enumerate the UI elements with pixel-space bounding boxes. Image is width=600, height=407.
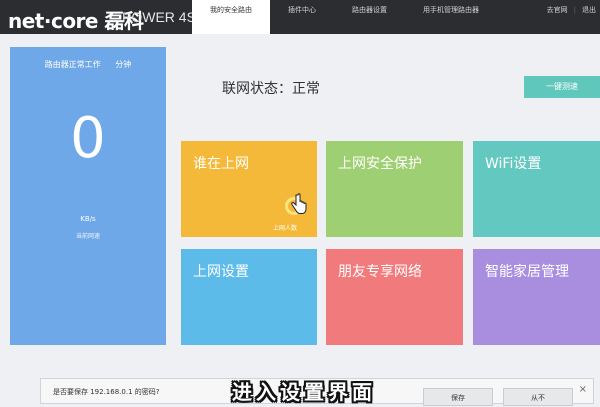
top-links: 去官网 | 退出 bbox=[541, 0, 596, 20]
uptime-unit: 分钟 bbox=[115, 60, 132, 69]
close-icon[interactable]: × bbox=[579, 384, 587, 395]
tile-who-is-online[interactable]: 谁在上网 上网人数 bbox=[181, 141, 317, 237]
current-speed-value: 0 bbox=[70, 106, 106, 171]
router-working-label: 路由器正常工作 bbox=[44, 60, 101, 69]
tile-label: 智能家居管理 bbox=[485, 264, 569, 280]
tile-internet-security[interactable]: 上网安全保护 bbox=[326, 141, 463, 237]
hand-cursor-icon bbox=[291, 193, 307, 214]
tile-label: 谁在上网 bbox=[193, 156, 249, 172]
tile-wifi-settings[interactable]: WiFi设置 bbox=[473, 141, 600, 237]
save-password-button[interactable]: 保存 bbox=[423, 388, 493, 406]
speed-test-button[interactable]: 一键测速 bbox=[524, 76, 600, 98]
uptime-line: 路由器正常工作 分钟 bbox=[10, 59, 166, 70]
network-status: 联网状态：正常 bbox=[222, 81, 320, 97]
nav-tab-my-router[interactable]: 我的安全路由 bbox=[192, 0, 270, 34]
logout-link[interactable]: 退出 bbox=[582, 0, 596, 20]
product-name: POWER 4S bbox=[122, 9, 196, 25]
main-nav: 我的安全路由 插件中心 路由器设置 用手机管理路由器 bbox=[192, 0, 497, 34]
nav-tab-plugins[interactable]: 插件中心 bbox=[270, 0, 334, 34]
tile-label: WiFi设置 bbox=[485, 156, 542, 172]
tile-friends-network[interactable]: 朋友专享网络 bbox=[326, 249, 463, 345]
never-save-button[interactable]: 从不 bbox=[503, 388, 573, 406]
tile-smart-home[interactable]: 智能家居管理 bbox=[473, 249, 600, 345]
tile-label: 上网设置 bbox=[193, 264, 249, 280]
save-password-question: 是否要保存 192.168.0.1 的密码? bbox=[53, 388, 160, 396]
official-site-link[interactable]: 去官网 bbox=[547, 0, 568, 20]
link-separator: | bbox=[573, 6, 576, 14]
speed-unit: KB/s bbox=[80, 215, 96, 223]
nav-tab-router-settings[interactable]: 路由器设置 bbox=[334, 0, 405, 34]
router-status-panel: 路由器正常工作 分钟 0 KB/s 当前网速 bbox=[10, 47, 166, 345]
top-bar: net·core 磊科 POWER 4S 我的安全路由 插件中心 路由器设置 用… bbox=[0, 0, 600, 34]
nav-tab-mobile-manage[interactable]: 用手机管理路由器 bbox=[405, 0, 497, 34]
online-count-label: 上网人数 bbox=[273, 225, 298, 232]
speed-caption: 当前网速 bbox=[75, 233, 100, 240]
tile-internet-settings[interactable]: 上网设置 bbox=[181, 249, 317, 345]
tile-label: 朋友专享网络 bbox=[338, 264, 422, 280]
video-caption: 进入设置界面 bbox=[232, 380, 376, 404]
tile-label: 上网安全保护 bbox=[338, 156, 422, 172]
